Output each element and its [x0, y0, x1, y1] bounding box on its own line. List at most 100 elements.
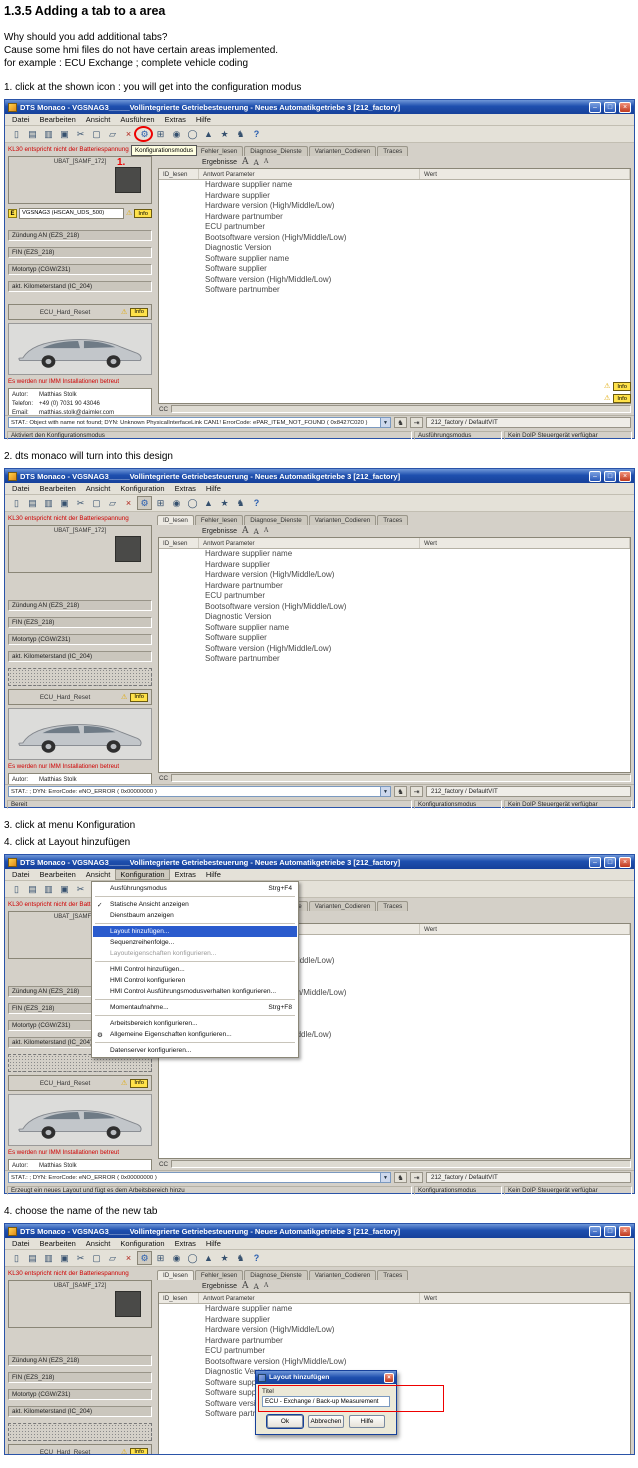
layout-tab[interactable]: Varianten_Codieren: [308, 515, 377, 526]
view-icon[interactable]: ◉: [169, 1251, 184, 1265]
result-row[interactable]: Hardware version (High/Middle/Low): [159, 1325, 630, 1336]
result-row[interactable]: Hardware supplier name: [159, 1304, 630, 1315]
open-project-icon[interactable]: ▥: [41, 496, 56, 510]
menu-item[interactable]: Datei: [7, 483, 35, 494]
column-header-wert[interactable]: Wert: [420, 538, 630, 549]
cc-field[interactable]: [171, 405, 631, 414]
result-row[interactable]: Hardware supplier: [159, 191, 630, 202]
snapshot-icon[interactable]: ★: [217, 1251, 232, 1265]
menu-item[interactable]: Extras: [160, 114, 191, 125]
result-row[interactable]: Hardware supplier: [159, 1315, 630, 1326]
configuration-modus-icon[interactable]: ⚙: [137, 496, 152, 511]
font-medium-icon[interactable]: A: [254, 159, 259, 167]
signal-field[interactable]: FIN (EZS_218): [8, 617, 152, 629]
column-header-antwort-parameter[interactable]: Antwort Parameter: [199, 538, 420, 549]
open-project-icon[interactable]: ▥: [41, 127, 56, 141]
menu-item-allgemeine-eigenschaften[interactable]: ⚙ Allgemeine Eigenschaften konfigurieren…: [93, 1029, 297, 1040]
maximize-icon[interactable]: □: [604, 101, 616, 113]
titel-input[interactable]: ECU - Exchange / Back-up Measurement: [262, 1396, 390, 1408]
titlebar[interactable]: DTS Monaco - VGSNAG3_____Vollintegrierte…: [5, 469, 634, 484]
menu-item[interactable]: Konfiguration: [115, 869, 170, 881]
font-large-icon[interactable]: A: [242, 526, 249, 536]
result-row[interactable]: Hardware version (High/Middle/Low): [159, 201, 630, 212]
result-row[interactable]: Hardware partnumber: [159, 581, 630, 592]
result-row[interactable]: Hardware supplier: [159, 560, 630, 571]
signal-field[interactable]: Motortyp (CGW/Z31): [8, 264, 152, 276]
layout-tab[interactable]: Traces: [377, 146, 409, 157]
menu-item[interactable]: Ausführen: [115, 114, 159, 125]
info-button[interactable]: Info: [130, 307, 148, 317]
menu-item[interactable]: Datei: [7, 1238, 35, 1249]
cut-icon[interactable]: ✂: [73, 496, 88, 510]
result-row[interactable]: Hardware supplier name: [159, 549, 630, 560]
delete-icon[interactable]: ×: [121, 1251, 136, 1265]
menu-item-hmi-control-verhalten[interactable]: HMI Control Ausführungsmodusverhalten ko…: [93, 986, 297, 997]
result-row[interactable]: Software supplier: [159, 633, 630, 644]
info-button[interactable]: Info: [613, 382, 631, 392]
menu-item[interactable]: Bearbeiten: [35, 869, 81, 880]
menu-item[interactable]: Konfiguration: [115, 483, 169, 494]
network-icon[interactable]: ◯: [185, 127, 200, 141]
minimize-icon[interactable]: –: [589, 101, 601, 113]
layout-tab[interactable]: Diagnose_Dienste: [244, 515, 308, 526]
status-message-combo[interactable]: STAT.: ; DYN: ErrorCode: eNO_ERROR ( 0x0…: [8, 786, 391, 798]
save-icon[interactable]: ▣: [57, 496, 72, 510]
menu-item-hmi-control-konfigurieren[interactable]: HMI Control konfigurieren: [93, 975, 297, 986]
menu-item[interactable]: Ansicht: [81, 114, 116, 125]
dialog-titlebar[interactable]: Layout hinzufügen ×: [256, 1371, 396, 1385]
network-icon[interactable]: ◯: [185, 496, 200, 510]
help-icon[interactable]: ?: [249, 127, 264, 141]
abbrechen-button[interactable]: Abbrechen: [308, 1415, 344, 1429]
open-file-icon[interactable]: ▤: [25, 496, 40, 510]
menu-item-layout-hinzufuegen[interactable]: Layout hinzufügen...: [93, 926, 297, 938]
layout-hatch-area[interactable]: [8, 1423, 152, 1442]
signal-field[interactable]: Motortyp (CGW/Z31): [8, 1389, 152, 1401]
menu-item-arbeitsbereich[interactable]: Arbeitsbereich konfigurieren...: [93, 1018, 297, 1029]
result-row[interactable]: Software partnumber: [159, 285, 630, 296]
minimize-icon[interactable]: –: [589, 1225, 601, 1237]
configuration-modus-icon[interactable]: ⚙: [137, 1251, 152, 1266]
menu-item[interactable]: Bearbeiten: [35, 114, 81, 125]
new-file-icon[interactable]: ▯: [9, 496, 24, 510]
paste-icon[interactable]: ▱: [105, 1251, 120, 1265]
menu-item-dienstbaum[interactable]: Dienstbaum anzeigen: [93, 910, 297, 921]
column-header-wert[interactable]: Wert: [420, 169, 630, 180]
menu-item[interactable]: Extras: [170, 869, 201, 880]
column-header-id-lesen[interactable]: ID_lesen: [159, 169, 199, 180]
menu-item[interactable]: Hilfe: [201, 869, 226, 880]
delete-icon[interactable]: ×: [121, 496, 136, 510]
font-medium-icon[interactable]: A: [254, 528, 259, 536]
close-icon[interactable]: ×: [619, 101, 631, 113]
signal-field[interactable]: Zündung AN (EZS_218): [8, 1355, 152, 1367]
signal-field[interactable]: akt. Kilometerstand (IC_204): [8, 651, 152, 663]
close-icon[interactable]: ×: [619, 1225, 631, 1237]
knight-icon[interactable]: ♞: [233, 127, 248, 141]
signal-field[interactable]: akt. Kilometerstand (IC_204): [8, 1406, 152, 1418]
result-row[interactable]: Hardware partnumber: [159, 1336, 630, 1347]
result-row[interactable]: Software version (High/Middle/Low): [159, 644, 630, 655]
layout-tab[interactable]: Fehler_lesen: [194, 1270, 244, 1281]
layout-tab[interactable]: Varianten_Codieren: [308, 901, 377, 912]
close-icon[interactable]: ×: [619, 856, 631, 868]
layout-tab[interactable]: Fehler_lesen: [194, 515, 244, 526]
result-row[interactable]: Software supplier name: [159, 254, 630, 265]
view-icon[interactable]: ◉: [169, 127, 184, 141]
status-message-combo[interactable]: STAT.: ; DYN: ErrorCode: eNO_ERROR ( 0x0…: [8, 1172, 391, 1184]
result-row[interactable]: Hardware version (High/Middle/Low): [159, 570, 630, 581]
menu-item[interactable]: Bearbeiten: [35, 1238, 81, 1249]
paste-icon[interactable]: ▱: [105, 127, 120, 141]
knight-icon[interactable]: ♞: [394, 1172, 407, 1184]
menu-item-statische-ansicht[interactable]: ✓ Statische Ansicht anzeigen: [93, 899, 297, 910]
column-header-wert[interactable]: Wert: [420, 1293, 630, 1304]
font-large-icon[interactable]: A: [242, 157, 249, 167]
network-icon[interactable]: ◯: [185, 1251, 200, 1265]
menu-item[interactable]: Ansicht: [81, 1238, 116, 1249]
signal-field[interactable]: akt. Kilometerstand (IC_204): [8, 281, 152, 293]
layout-tab[interactable]: Diagnose_Dienste: [244, 1270, 308, 1281]
ok-button[interactable]: Ok: [266, 1414, 304, 1430]
new-file-icon[interactable]: ▯: [9, 1251, 24, 1265]
maximize-icon[interactable]: □: [604, 470, 616, 482]
signal-field[interactable]: FIN (EZS_218): [8, 247, 152, 259]
titlebar[interactable]: DTS Monaco - VGSNAG3_____Vollintegrierte…: [5, 100, 634, 115]
open-file-icon[interactable]: ▤: [25, 1251, 40, 1265]
